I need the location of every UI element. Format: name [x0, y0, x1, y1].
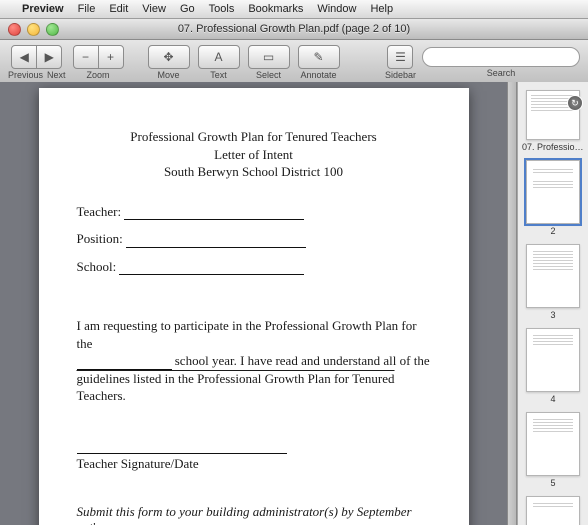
school-blank: [119, 261, 304, 275]
thumbnail-4[interactable]: [526, 328, 580, 392]
window-title: 07. Professional Growth Plan.pdf (page 2…: [0, 23, 588, 35]
previous-label: Previous: [8, 70, 43, 80]
menubar: Preview File Edit View Go Tools Bookmark…: [0, 0, 588, 19]
viewport: Professional Growth Plan for Tenured Tea…: [0, 82, 588, 525]
next-label: Next: [47, 70, 66, 80]
thumbnail-5[interactable]: [526, 412, 580, 476]
text-label: Text: [210, 70, 227, 80]
plus-icon: +: [107, 50, 114, 64]
doc-title-3: South Berwyn School District 100: [77, 163, 431, 181]
text-tool[interactable]: A: [198, 45, 240, 69]
app-menu[interactable]: Preview: [22, 3, 64, 15]
search-label: Search: [487, 68, 516, 78]
doc-title-2: Letter of Intent: [77, 146, 431, 164]
sidebar-label: Sidebar: [385, 70, 416, 80]
previous-button[interactable]: ◀: [11, 45, 37, 69]
thumbnail-1-caption: 07. Professional…: [518, 142, 588, 152]
minus-icon: −: [82, 50, 89, 64]
annotate-icon: ✎: [314, 50, 324, 64]
select-icon: ▭: [263, 50, 274, 64]
thumbnail-5-number: 5: [518, 478, 588, 488]
action-badge-icon[interactable]: ↻: [567, 95, 583, 111]
submit-instruction: Submit this form to your building admini…: [77, 503, 431, 525]
move-icon: ✥: [164, 50, 174, 64]
move-label: Move: [158, 70, 180, 80]
zoom-in-button[interactable]: +: [98, 45, 124, 69]
select-label: Select: [256, 70, 281, 80]
annotate-tool[interactable]: ✎: [298, 45, 340, 69]
text-icon: A: [215, 50, 223, 64]
sidebar-scrollbar[interactable]: [517, 100, 518, 158]
previous-icon: ◀: [20, 50, 29, 64]
zoom-label: Zoom: [87, 70, 110, 80]
move-tool[interactable]: ✥: [148, 45, 190, 69]
menu-view[interactable]: View: [142, 3, 166, 15]
menu-window[interactable]: Window: [317, 3, 356, 15]
next-icon: ▶: [45, 50, 54, 64]
school-label: School:: [77, 259, 117, 274]
position-label: Position:: [77, 231, 123, 246]
sidebar-toggle[interactable]: ☰: [387, 45, 413, 69]
signature-line: Teacher Signature/Date: [77, 453, 287, 473]
menu-tools[interactable]: Tools: [209, 3, 235, 15]
annotate-label: Annotate: [301, 70, 337, 80]
sidebar-divider[interactable]: [507, 82, 517, 525]
menu-help[interactable]: Help: [370, 3, 393, 15]
document-page: Professional Growth Plan for Tenured Tea…: [39, 88, 469, 525]
window-titlebar: 07. Professional Growth Plan.pdf (page 2…: [0, 19, 588, 40]
sidebar-icon: ☰: [395, 50, 406, 64]
thumbnail-3[interactable]: [526, 244, 580, 308]
thumbnail-1[interactable]: ↻: [526, 90, 580, 140]
menu-file[interactable]: File: [78, 3, 96, 15]
page-area[interactable]: Professional Growth Plan for Tenured Tea…: [0, 82, 507, 525]
thumbnail-2[interactable]: [526, 160, 580, 224]
thumbnail-2-number: 2: [518, 226, 588, 236]
menu-edit[interactable]: Edit: [109, 3, 128, 15]
position-blank: [126, 234, 306, 248]
zoom-out-button[interactable]: −: [73, 45, 99, 69]
menu-bookmarks[interactable]: Bookmarks: [248, 3, 303, 15]
thumbnail-4-number: 4: [518, 394, 588, 404]
next-button[interactable]: ▶: [36, 45, 62, 69]
request-paragraph: I am requesting to participate in the Pr…: [77, 317, 431, 405]
search-input[interactable]: [422, 47, 580, 67]
teacher-blank: [124, 206, 304, 220]
teacher-label: Teacher:: [77, 204, 122, 219]
thumbnail-3-number: 3: [518, 310, 588, 320]
toolbar: ◀ ▶ Previous Next − + Zoom ✥ Move A Text…: [0, 40, 588, 85]
thumbnail-6[interactable]: [526, 496, 580, 525]
menu-go[interactable]: Go: [180, 3, 195, 15]
select-tool[interactable]: ▭: [248, 45, 290, 69]
doc-title-1: Professional Growth Plan for Tenured Tea…: [77, 128, 431, 146]
thumbnail-sidebar[interactable]: ↻ 07. Professional… 2 3 4 5 6: [517, 82, 588, 525]
year-blank: [77, 356, 172, 370]
